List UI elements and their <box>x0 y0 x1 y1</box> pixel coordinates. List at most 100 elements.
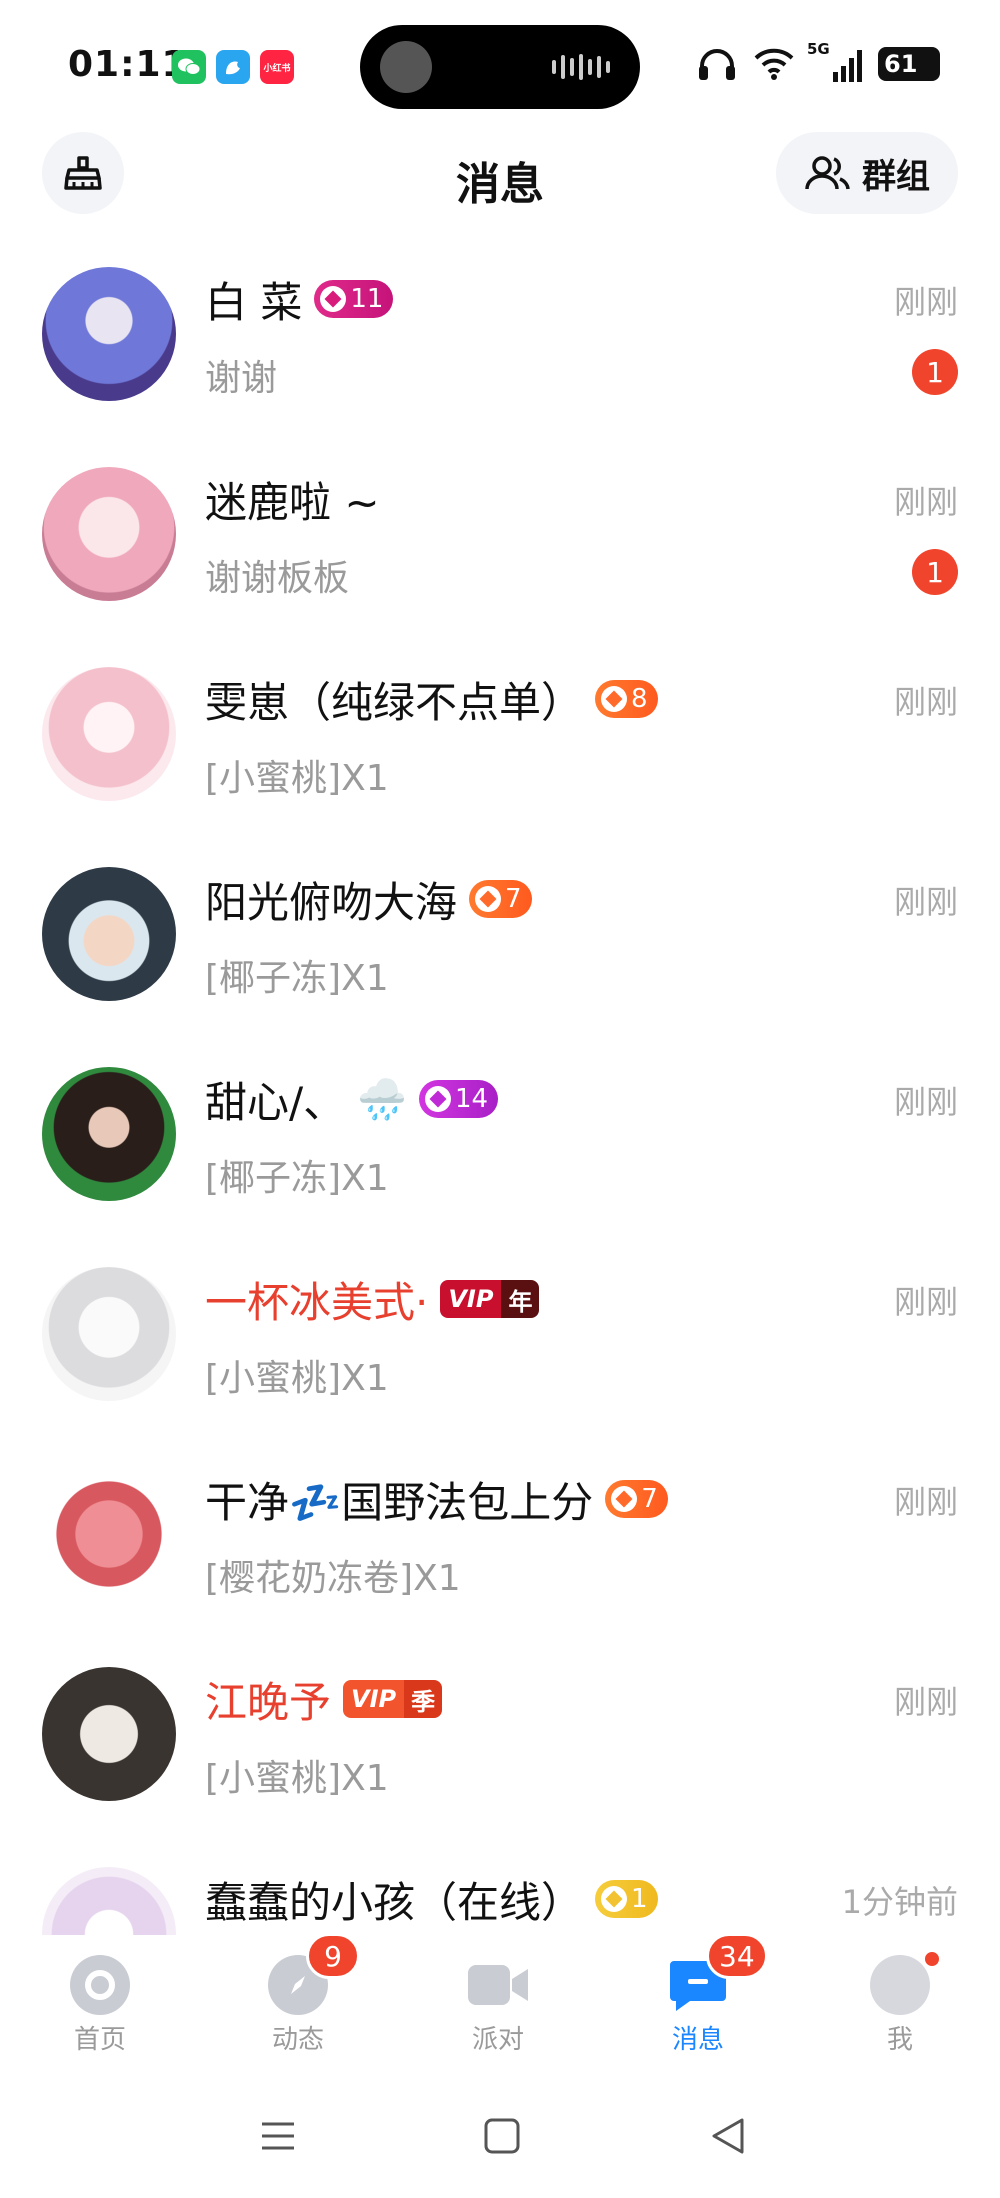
avatar[interactable] <box>42 267 176 401</box>
message-time: 刚刚 <box>893 1283 958 1321</box>
contact-name: 阳光俯吻大海 <box>205 877 458 927</box>
level-badge: 8 <box>595 680 658 718</box>
message-time: 刚刚 <box>893 1083 958 1121</box>
notification-dot <box>922 1949 942 1969</box>
audio-wave-icon <box>552 53 610 81</box>
contact-name: 江晚予 <box>205 1677 332 1727</box>
notification-badge: 9 <box>306 1933 360 1979</box>
dynamic-island[interactable] <box>360 25 640 109</box>
message-preview: [椰子冻]X1 <box>205 958 389 999</box>
diamond-icon <box>424 1086 451 1112</box>
system-navigation-bar <box>0 2080 1000 2198</box>
group-people-icon <box>805 156 850 190</box>
page-header: 消息 群组 <box>0 130 1000 240</box>
contact-name: 一杯冰美式· <box>205 1277 429 1327</box>
level-badge: 14 <box>418 1080 499 1118</box>
message-time: 刚刚 <box>893 283 958 321</box>
notification-app-icons: 小红书 <box>172 50 294 84</box>
conversation-item[interactable]: 白 菜 11 谢谢 刚刚 1 <box>0 255 1000 455</box>
diamond-icon <box>320 286 347 312</box>
message-preview: 谢谢板板 <box>205 558 350 599</box>
message-preview: [樱花奶冻卷]X1 <box>205 1558 461 1599</box>
avatar[interactable] <box>42 467 176 601</box>
message-preview: [小蜜桃]X1 <box>205 1358 389 1399</box>
battery-indicator: 61 <box>878 47 940 81</box>
tab-moments[interactable]: 9 动态 <box>238 1933 360 2056</box>
square-icon <box>484 2118 520 2154</box>
bird-app-icon <box>216 50 250 84</box>
message-time: 刚刚 <box>893 683 958 721</box>
tab-messages[interactable]: 34 消息 <box>638 1933 768 2056</box>
contact-name: 迷鹿啦 ~ <box>205 477 380 527</box>
tab-label: 消息 <box>671 2025 724 2055</box>
avatar[interactable] <box>42 867 176 1001</box>
tab-label: 动态 <box>271 2025 324 2055</box>
conversation-list[interactable]: 白 菜 11 谢谢 刚刚 1 迷鹿啦 ~ 谢谢板板 刚刚 1 雯崽（纯绿不点单）… <box>0 255 1000 1935</box>
level-badge: 1 <box>595 1880 658 1918</box>
vip-badge: VIP 季 <box>343 1680 443 1718</box>
message-preview: [小蜜桃]X1 <box>205 758 389 799</box>
conversation-item[interactable]: 江晚予 VIP 季 [小蜜桃]X1 刚刚 <box>0 1655 1000 1855</box>
wechat-icon <box>172 50 206 84</box>
message-preview: [椰子冻]X1 <box>205 1158 389 1199</box>
level-badge: 11 <box>314 280 394 318</box>
tab-label: 首页 <box>73 2025 126 2055</box>
menu-button[interactable] <box>258 2116 298 2160</box>
home-nav-button[interactable] <box>482 2116 522 2160</box>
contact-name: 蠢蠢的小孩（在线） <box>205 1877 584 1927</box>
back-nav-button[interactable] <box>708 2116 748 2160</box>
avatar[interactable] <box>42 1667 176 1801</box>
message-time: 刚刚 <box>893 1483 958 1521</box>
avatar[interactable] <box>42 667 176 801</box>
conversation-item[interactable]: 迷鹿啦 ~ 谢谢板板 刚刚 1 <box>0 455 1000 655</box>
xiaohongshu-icon: 小红书 <box>260 50 294 84</box>
groups-label: 群组 <box>862 156 930 197</box>
clock: 01:11 <box>68 44 188 85</box>
vip-badge: VIP 年 <box>440 1280 540 1318</box>
profile-icon <box>870 1949 942 2015</box>
bottom-tab-bar: 首页 9 动态 派对 34 消息 我 <box>0 1933 1000 2056</box>
diamond-icon <box>601 1886 628 1912</box>
contact-name: 干净💤国野法包上分 <box>205 1477 594 1527</box>
conversation-item[interactable]: 一杯冰美式· VIP 年 [小蜜桃]X1 刚刚 <box>0 1255 1000 1455</box>
menu-icon <box>262 2122 294 2150</box>
message-time: 刚刚 <box>893 483 958 521</box>
conversation-item[interactable]: 干净💤国野法包上分 7 [樱花奶冻卷]X1 刚刚 <box>0 1455 1000 1655</box>
level-badge: 7 <box>605 1480 668 1518</box>
groups-button[interactable]: 群组 <box>776 132 958 214</box>
unread-badge: 1 <box>912 349 958 395</box>
status-bar: 01:11 小红书 5G 61 <box>0 0 1000 130</box>
conversation-item[interactable]: 蠢蠢的小孩（在线） 1 1分钟前 <box>0 1855 1000 1935</box>
tab-party[interactable]: 派对 <box>438 1955 558 2056</box>
message-time: 1分钟前 <box>841 1883 958 1921</box>
headphones-icon <box>699 49 735 80</box>
diamond-icon <box>601 686 628 712</box>
contact-name: 雯崽（纯绿不点单） <box>205 677 584 727</box>
message-time: 刚刚 <box>893 883 958 921</box>
tab-home[interactable]: 首页 <box>40 1955 160 2056</box>
conversation-item[interactable]: 阳光俯吻大海 7 [椰子冻]X1 刚刚 <box>0 855 1000 1055</box>
message-preview: [小蜜桃]X1 <box>205 1758 389 1799</box>
conversation-item[interactable]: 甜心/、 🌧️ 14 [椰子冻]X1 刚刚 <box>0 1055 1000 1255</box>
tab-me[interactable]: 我 <box>840 1949 960 2056</box>
conversation-item[interactable]: 雯崽（纯绿不点单） 8 [小蜜桃]X1 刚刚 <box>0 655 1000 855</box>
level-badge: 7 <box>469 880 532 918</box>
message-icon: 34 <box>668 1933 768 2015</box>
avatar[interactable] <box>42 1867 176 1935</box>
status-indicators: 5G 61 <box>697 40 940 82</box>
rain-cloud-icon: 🌧️ <box>357 1076 407 1123</box>
avatar[interactable] <box>42 1467 176 1601</box>
diamond-icon <box>611 1486 638 1512</box>
wifi-icon <box>754 48 794 80</box>
unread-badge: 1 <box>912 549 958 595</box>
diamond-icon <box>475 886 502 912</box>
back-triangle-icon <box>712 2118 744 2154</box>
contact-name: 甜心/、 <box>205 1077 346 1127</box>
message-preview: 谢谢 <box>205 358 278 399</box>
video-icon <box>466 1955 530 2015</box>
avatar[interactable] <box>42 1267 176 1401</box>
tab-label: 派对 <box>471 2025 524 2055</box>
tab-label: 我 <box>886 2025 913 2055</box>
avatar[interactable] <box>42 1067 176 1201</box>
music-cover-icon <box>380 41 432 93</box>
